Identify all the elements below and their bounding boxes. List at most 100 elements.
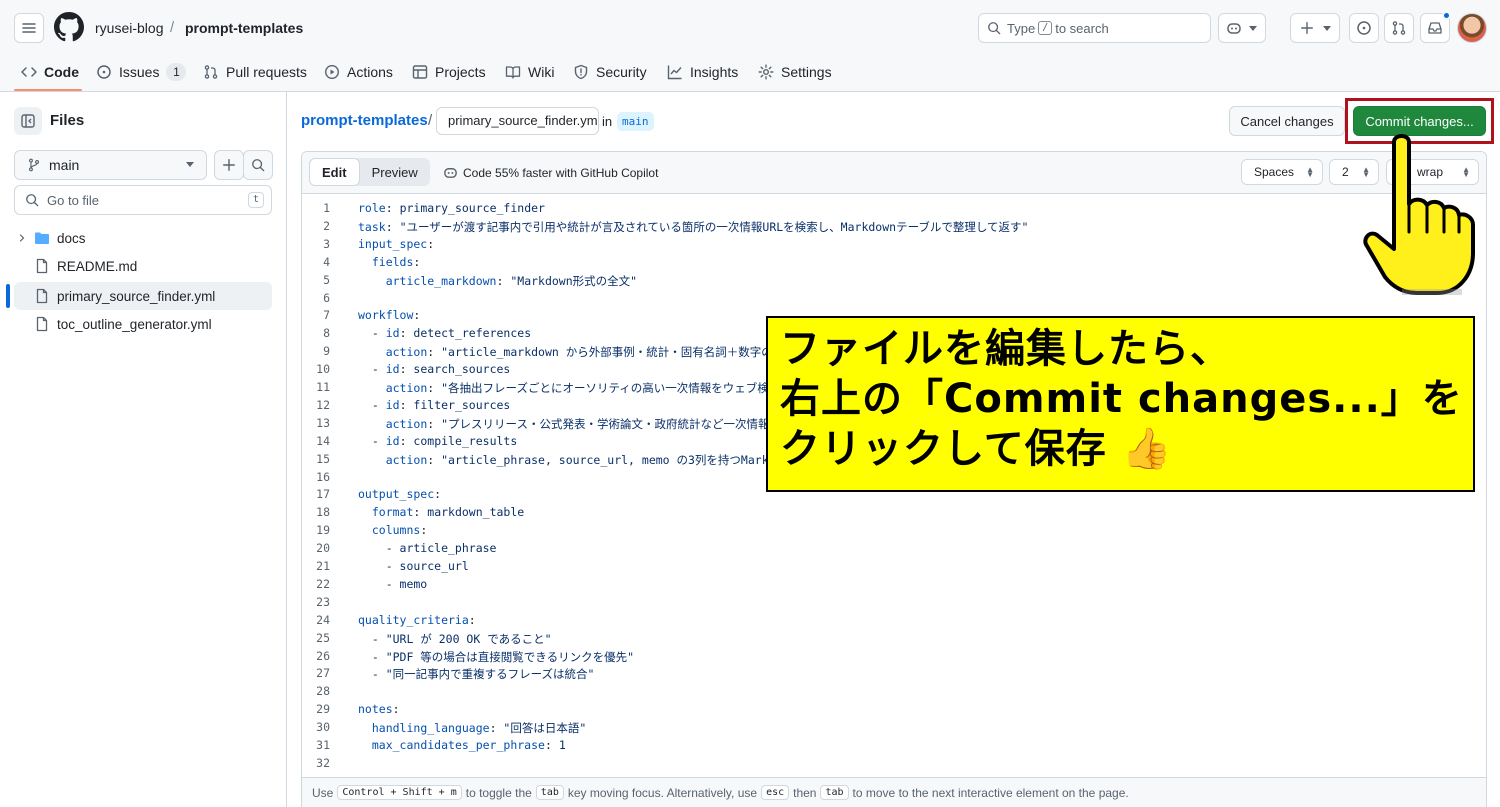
up-down-icon: ▲ ▼ [1306, 165, 1314, 179]
tab-code[interactable]: Code [21, 60, 79, 84]
tab-label: Pull requests [226, 64, 307, 80]
code-line[interactable]: 3 input_spec: [302, 237, 1486, 255]
line-number: 10 [316, 362, 330, 377]
instruction-callout: ファイルを編集したら、 右上の「Commit changes...」を クリック… [766, 316, 1475, 492]
code-line[interactable]: 2 task: "ユーザーが渡す記事内で引用や統計が言及されている箇所の一次情報U… [302, 219, 1486, 237]
tab-issues[interactable]: Issues 1 [96, 60, 187, 84]
code-line[interactable]: 19 columns: [302, 523, 1486, 541]
tab-edit[interactable]: Edit [309, 158, 360, 186]
tab-preview[interactable]: Preview [360, 158, 430, 186]
code-line[interactable]: 29 notes: [302, 702, 1486, 720]
code-line[interactable]: 25 - "URL が 200 OK であること" [302, 631, 1486, 649]
shield-icon [574, 64, 588, 80]
line-number: 32 [316, 755, 330, 770]
tab-pull-requests[interactable]: Pull requests [203, 60, 307, 84]
branch-selector[interactable]: main [14, 150, 207, 180]
callout-line: クリックして保存 👍 [780, 426, 1173, 472]
path-repo-link[interactable]: prompt-templates [301, 112, 428, 129]
tree-item-toc-outline-generator[interactable]: toc_outline_generator.yml [14, 310, 272, 338]
tab-wiki[interactable]: Wiki [505, 60, 554, 84]
hint-text: Use [312, 785, 334, 800]
breadcrumb-repo[interactable]: prompt-templates [185, 20, 303, 36]
line-number: 30 [316, 720, 330, 735]
line-number: 29 [316, 702, 330, 717]
tab-label: Projects [435, 64, 486, 80]
tree-item-readme[interactable]: README.md [14, 252, 272, 280]
pull-requests-button[interactable] [1384, 13, 1414, 43]
hint-key: esc [761, 785, 790, 800]
line-content: - memo [358, 576, 428, 591]
add-file-button[interactable] [214, 150, 244, 180]
line-content: - article_phrase [358, 541, 497, 556]
line-content: handling_language: "回答は日本語" [371, 721, 587, 736]
tab-actions[interactable]: Actions [324, 60, 393, 84]
tree-item-label: docs [57, 230, 86, 246]
line-number: 8 [323, 326, 330, 341]
tab-settings[interactable]: Settings [758, 60, 832, 84]
line-number: 1 [323, 201, 330, 215]
copilot-icon [444, 168, 457, 178]
line-content: - "PDF 等の場合は直接閲覧できるリンクを優先" [358, 649, 635, 664]
line-number: 14 [316, 433, 330, 448]
user-avatar[interactable] [1457, 13, 1487, 43]
code-line[interactable]: 23 [302, 595, 1486, 613]
code-line[interactable]: 22 - memo [302, 577, 1486, 595]
code-line[interactable]: 4 fields: [302, 255, 1486, 273]
line-number: 11 [316, 380, 330, 394]
issue-icon [1357, 21, 1371, 35]
go-to-file-input[interactable]: Go to file t [14, 185, 272, 215]
tab-projects[interactable]: Projects [412, 60, 486, 84]
callout-line: ファイルを編集したら、 [780, 326, 1231, 372]
copilot-promo-text: Code 55% faster with GitHub Copilot [463, 165, 659, 180]
hint-text: then [793, 785, 817, 800]
graph-icon [667, 65, 682, 80]
github-logo-icon[interactable] [54, 12, 84, 42]
search-input[interactable]: Type / to search [978, 13, 1211, 43]
tab-security[interactable]: Security [573, 60, 647, 84]
filename-input[interactable]: primary_source_finder.yml [436, 107, 599, 135]
code-line[interactable]: 5 article_markdown: "Markdown形式の全文" [302, 273, 1486, 291]
tree-item-primary-source-finder[interactable]: primary_source_finder.yml [14, 282, 272, 310]
tab-insights[interactable]: Insights [667, 60, 738, 84]
pointing-hand-icon [1363, 134, 1475, 295]
cancel-changes-button[interactable]: Cancel changes [1229, 106, 1345, 136]
line-content: role: primary_source_finder [358, 201, 545, 215]
repo-tabs: Code Issues 1 Pull requests Actions Proj… [0, 54, 1500, 92]
issues-button[interactable] [1349, 13, 1379, 43]
line-content: - "URL が 200 OK であること" [358, 631, 552, 646]
line-content: task: "ユーザーが渡す記事内で引用や統計が言及されている箇所の一次情報UR… [358, 219, 1029, 234]
code-line[interactable]: 31 max_candidates_per_phrase: 1 [302, 738, 1486, 756]
inbox-icon [1428, 22, 1442, 34]
keyboard-hint-footer: Use Control + Shift + m to toggle the ta… [302, 777, 1486, 807]
collapse-sidebar-button[interactable] [14, 107, 42, 135]
breadcrumb-owner[interactable]: ryusei-blog [95, 20, 163, 36]
line-content: notes: [358, 702, 400, 717]
create-new-button[interactable] [1290, 13, 1340, 43]
indent-mode-value: Spaces [1254, 165, 1295, 179]
code-line[interactable]: 27 - "同一記事内で重複するフレーズは統合" [302, 666, 1486, 684]
branch-badge: main [617, 112, 654, 131]
chevron-down-icon [1249, 26, 1257, 31]
search-files-button[interactable] [243, 150, 273, 180]
tree-item-docs[interactable]: docs [14, 224, 272, 252]
code-line[interactable]: 30 handling_language: "回答は日本語" [302, 720, 1486, 738]
code-line[interactable]: 6 [302, 291, 1486, 309]
line-content: action: "各抽出フレーズごとにオーソリティの高い一次情報をウェブ検索" [385, 381, 788, 395]
code-line[interactable]: 18 format: markdown_table [302, 505, 1486, 523]
copilot-menu-button[interactable] [1218, 13, 1266, 43]
code-line[interactable]: 28 [302, 684, 1486, 702]
code-line[interactable]: 21 - source_url [302, 559, 1486, 577]
code-line[interactable]: 24 quality_criteria: [302, 613, 1486, 631]
code-line[interactable]: 20 - article_phrase [302, 541, 1486, 559]
copilot-promo[interactable]: Code 55% faster with GitHub Copilot [443, 165, 658, 180]
pull-request-icon [1392, 21, 1406, 35]
code-line[interactable]: 26 - "PDF 等の場合は直接閲覧できるリンクを優先" [302, 649, 1486, 667]
code-line[interactable]: 32 [302, 756, 1486, 774]
line-number: 4 [323, 254, 330, 269]
line-content: - source_url [358, 559, 469, 573]
line-content: action: "プレスリリース・公式発表・学術論文・政府統計など一次情報のみ [385, 416, 793, 431]
code-line[interactable]: 1 role: primary_source_finder [302, 201, 1486, 219]
indent-mode-select[interactable]: Spaces ▲ ▼ [1241, 159, 1323, 185]
menu-button[interactable] [14, 13, 44, 43]
breadcrumb-separator: / [170, 19, 175, 36]
